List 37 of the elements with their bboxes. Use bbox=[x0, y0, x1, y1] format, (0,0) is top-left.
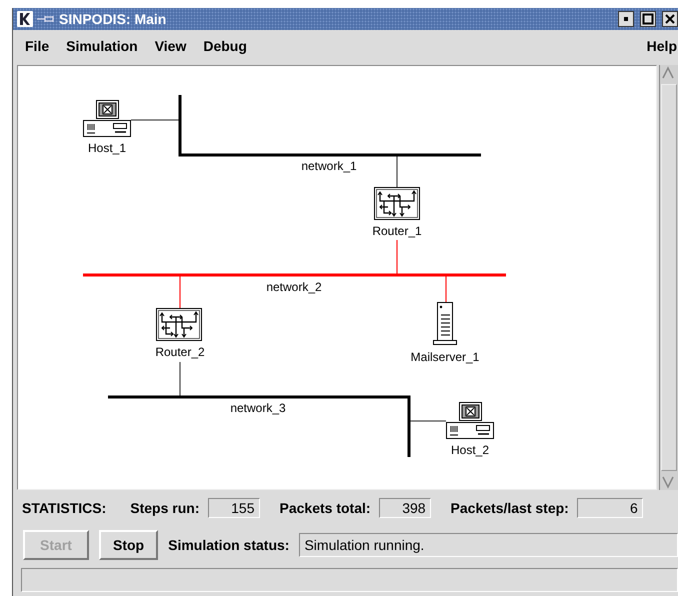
node-label: Host_1 bbox=[88, 140, 126, 156]
node-label: Router_2 bbox=[155, 344, 205, 360]
pin-icon[interactable] bbox=[37, 14, 55, 24]
stop-button[interactable]: Stop bbox=[99, 530, 158, 560]
network-label: network_1 bbox=[301, 158, 357, 174]
status-field: Simulation running. bbox=[299, 533, 678, 557]
menu-item[interactable]: Simulation bbox=[60, 38, 144, 54]
minimize-icon[interactable] bbox=[618, 11, 634, 27]
router-icon[interactable] bbox=[374, 187, 420, 220]
node-label: Router_1 bbox=[372, 223, 422, 239]
menu-item[interactable]: Debug bbox=[197, 38, 253, 54]
link-line bbox=[408, 420, 446, 422]
computer-icon[interactable] bbox=[446, 402, 494, 440]
network-label: network_3 bbox=[230, 400, 286, 416]
statistics-label: STATISTICS: bbox=[22, 500, 106, 516]
node-label: Host_2 bbox=[450, 442, 490, 458]
menu-item[interactable]: File bbox=[19, 38, 56, 54]
stat-value-field: 155 bbox=[208, 498, 260, 518]
link-line bbox=[396, 240, 398, 276]
node-label: Mailserver_1 bbox=[410, 349, 480, 365]
stat-value-field: 6 bbox=[576, 498, 643, 518]
app-logo-icon bbox=[17, 11, 33, 27]
menu-item[interactable]: Help bbox=[640, 38, 678, 54]
network-label: network_2 bbox=[266, 279, 322, 295]
computer-icon[interactable] bbox=[83, 100, 131, 138]
router-icon[interactable] bbox=[156, 308, 202, 341]
close-icon[interactable] bbox=[662, 11, 678, 27]
stat-label: Packets total: bbox=[280, 500, 371, 516]
stat-label: Packets/last step: bbox=[450, 500, 569, 516]
stat-label: Steps run: bbox=[130, 500, 200, 516]
server-tower-icon[interactable] bbox=[431, 302, 459, 345]
status-label: Simulation status: bbox=[168, 537, 290, 553]
menu-item[interactable]: View bbox=[148, 38, 192, 54]
stat-value-field: 398 bbox=[378, 498, 431, 518]
maximize-icon[interactable] bbox=[640, 11, 656, 27]
window-title: SINPODIS: Main bbox=[59, 11, 166, 27]
link-line bbox=[396, 154, 398, 188]
